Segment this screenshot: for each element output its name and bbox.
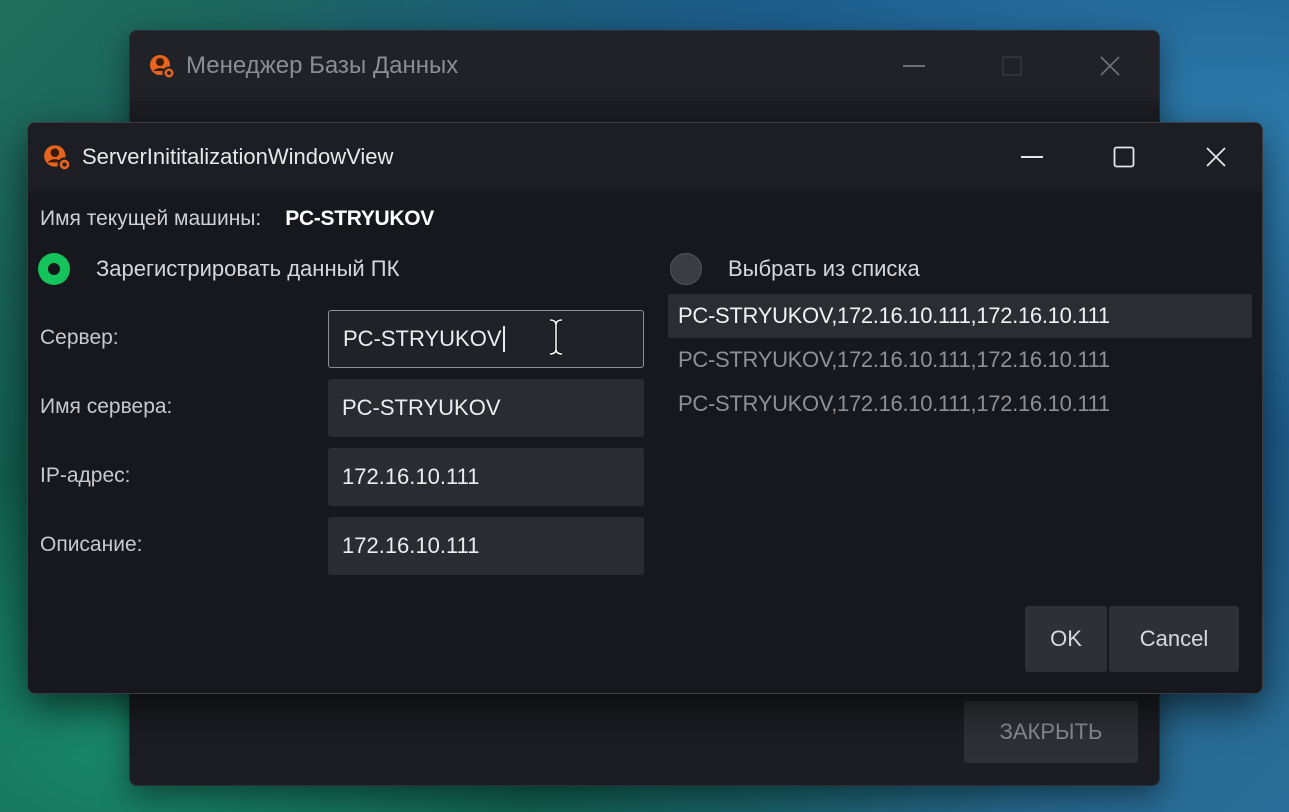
text-cursor-icon (548, 318, 564, 356)
server-input[interactable]: PC-STRYUKOV (328, 310, 644, 368)
radio-register-pc[interactable]: Зарегистрировать данный ПК (38, 253, 399, 285)
server-initialization-dialog: ServerInititalizationWindowView Имя теку… (27, 122, 1263, 694)
radio-register-label: Зарегистрировать данный ПК (96, 256, 400, 281)
app-logo-icon (148, 52, 176, 80)
minimize-icon (903, 64, 925, 68)
ip-address-label: IP-адрес: (40, 464, 131, 487)
current-machine-name: PC-STRYUKOV (285, 207, 434, 230)
server-label: Сервер: (40, 326, 119, 349)
server-list-item[interactable]: PC-STRYUKOV,172.16.10.111,172.16.10.111 (668, 338, 1252, 382)
background-window-title: Менеджер Базы Данных (186, 52, 459, 79)
server-input-value: PC-STRYUKOV (343, 326, 502, 351)
background-window-controls (865, 31, 1159, 101)
description-value: 172.16.10.111 (342, 533, 480, 558)
bg-close-button[interactable] (1061, 31, 1159, 101)
app-logo-icon (42, 142, 72, 172)
server-list-item[interactable]: PC-STRYUKOV,172.16.10.111,172.16.10.111 (668, 382, 1252, 426)
close-icon (1205, 146, 1227, 168)
server-name-label: Имя сервера: (40, 395, 173, 418)
description-input[interactable]: 172.16.10.111 (328, 517, 644, 575)
text-caret (502, 326, 505, 352)
radio-list-label: Выбрать из списка (728, 256, 920, 281)
bg-maximize-button[interactable] (963, 31, 1061, 101)
dialog-window-controls (986, 123, 1262, 191)
minimize-button[interactable] (986, 123, 1078, 191)
bg-minimize-button[interactable] (865, 31, 963, 101)
current-machine-row: Имя текущей машины: PC-STRYUKOV (40, 207, 434, 231)
ok-button[interactable]: OK (1025, 606, 1107, 672)
close-icon (1099, 55, 1121, 77)
close-window-button[interactable]: ЗАКРЫТЬ (964, 701, 1138, 763)
current-machine-label: Имя текущей машины: (40, 207, 262, 230)
ip-address-value: 172.16.10.111 (342, 464, 480, 489)
server-name-value: PC-STRYUKOV (342, 395, 501, 420)
ip-address-input[interactable]: 172.16.10.111 (328, 448, 644, 506)
maximize-button[interactable] (1078, 123, 1170, 191)
cancel-button[interactable]: Cancel (1109, 606, 1239, 672)
description-label: Описание: (40, 533, 143, 556)
maximize-icon (1113, 146, 1135, 168)
minimize-icon (1021, 155, 1043, 159)
radio-choose-from-list[interactable]: Выбрать из списка (670, 253, 920, 285)
server-name-input[interactable]: PC-STRYUKOV (328, 379, 644, 437)
close-button[interactable] (1170, 123, 1262, 191)
dialog-title: ServerInititalizationWindowView (82, 144, 394, 169)
maximize-icon (1002, 56, 1022, 76)
radio-unselected-icon (670, 253, 702, 285)
server-list-item[interactable]: PC-STRYUKOV,172.16.10.111,172.16.10.111 (668, 294, 1252, 338)
radio-selected-icon (38, 253, 70, 285)
